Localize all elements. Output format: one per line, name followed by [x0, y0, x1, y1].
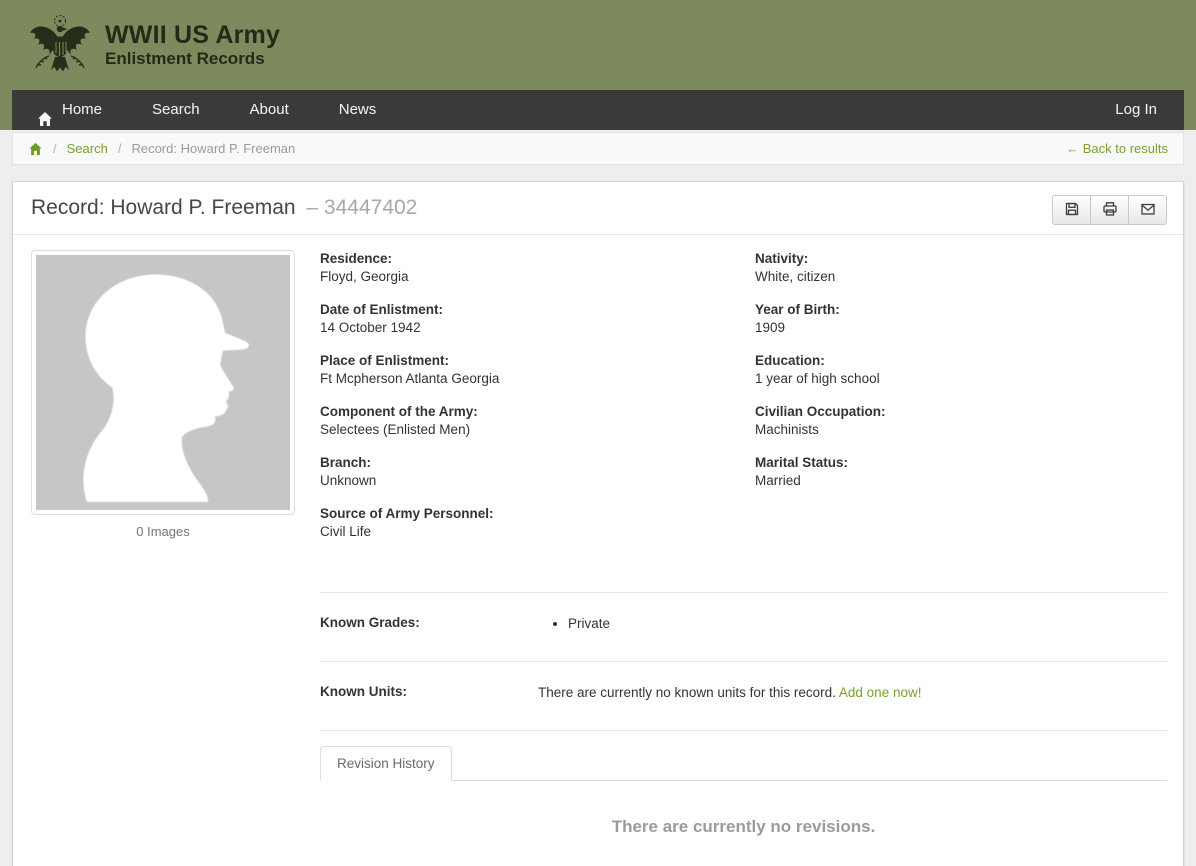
field-residence: Residence: Floyd, Georgia — [320, 251, 409, 284]
revision-history-section: Revision History There are currently no … — [320, 730, 1167, 866]
print-button[interactable] — [1090, 195, 1129, 225]
breadcrumb-home-icon[interactable] — [28, 142, 43, 156]
record-details-column: Residence: Floyd, Georgia Date of Enlist… — [320, 250, 1167, 866]
field-year-of-birth: Year of Birth: 1909 — [755, 302, 840, 335]
nav-item-home[interactable]: Home — [12, 90, 127, 130]
site-title: WWII US Army — [105, 21, 281, 49]
field-date-of-enlistment: Date of Enlistment: 14 October 1942 — [320, 302, 444, 335]
record-serial-number: – 34447402 — [306, 196, 418, 219]
save-icon — [1064, 201, 1080, 220]
add-unit-link[interactable]: Add one now! — [839, 685, 922, 700]
army-eagle-seal-logo — [28, 13, 92, 77]
nav-item-news[interactable]: News — [314, 90, 402, 130]
nav-item-about[interactable]: About — [225, 90, 314, 130]
nav-item-search[interactable]: Search — [127, 90, 225, 130]
nav-home-label: Home — [62, 101, 103, 118]
breadcrumb-current: Record: Howard P. Freeman — [131, 141, 296, 156]
login-link[interactable]: Log In — [1088, 90, 1184, 130]
known-grades-section: Known Grades: Private — [320, 592, 1167, 661]
tab-bar: Revision History — [320, 746, 1167, 781]
record-actions-toolbar — [1052, 195, 1167, 225]
field-place-of-enlistment: Place of Enlistment: Ft Mcpherson Atlant… — [320, 353, 500, 386]
fields-column-left: Residence: Floyd, Georgia Date of Enlist… — [320, 250, 755, 556]
nav-strip: Home Search About News Log In — [0, 90, 1196, 130]
grade-item: Private — [568, 615, 610, 633]
site-header: WWII US Army Enlistment Records Home Sea… — [0, 0, 1196, 130]
field-source-of-personnel: Source of Army Personnel: Civil Life — [320, 506, 494, 539]
breadcrumb-strip: / Search / Record: Howard P. Freeman ← B… — [0, 130, 1196, 165]
tab-revision-history[interactable]: Revision History — [320, 746, 452, 781]
site-brand[interactable]: WWII US Army Enlistment Records — [12, 0, 1184, 90]
soldier-silhouette-image — [36, 255, 290, 510]
breadcrumb-search-link[interactable]: Search — [67, 141, 108, 156]
print-icon — [1102, 201, 1118, 220]
field-component-of-army: Component of the Army: Selectees (Enlist… — [320, 404, 478, 437]
record-card-body: 0 Images Residence: Floyd, Georgia Date … — [13, 235, 1183, 866]
field-branch: Branch: Unknown — [320, 455, 377, 488]
breadcrumb-separator: / — [53, 141, 57, 156]
known-units-section: Known Units: There are currently no know… — [320, 661, 1167, 730]
known-grades-label: Known Grades: — [320, 615, 420, 630]
field-civilian-occupation: Civilian Occupation: Machinists — [755, 404, 886, 437]
known-units-label: Known Units: — [320, 684, 407, 699]
known-units-empty-message: There are currently no known units for t… — [538, 685, 922, 700]
main-navbar: Home Search About News Log In — [12, 90, 1184, 130]
back-to-results-link[interactable]: ← Back to results — [1066, 141, 1168, 156]
revisions-empty-message: There are currently no revisions. — [611, 817, 876, 836]
home-icon — [37, 103, 53, 126]
breadcrumb-separator: / — [117, 141, 122, 156]
site-subtitle: Enlistment Records — [105, 49, 265, 68]
record-fields: Residence: Floyd, Georgia Date of Enlist… — [320, 250, 1167, 556]
record-card: Record: Howard P. Freeman – 34447402 0 I… — [12, 181, 1184, 866]
breadcrumb: / Search / Record: Howard P. Freeman ← B… — [12, 132, 1184, 165]
image-count-caption: 0 Images — [136, 524, 190, 539]
record-image-column: 0 Images — [31, 250, 320, 866]
record-image-thumbnail[interactable] — [31, 250, 295, 515]
field-nativity: Nativity: White, citizen — [755, 251, 836, 284]
record-name: Record: Howard P. Freeman — [31, 196, 296, 219]
envelope-icon — [1140, 201, 1156, 220]
known-grades-list: Private — [538, 615, 610, 633]
save-button[interactable] — [1052, 195, 1091, 225]
field-marital-status: Marital Status: Married — [755, 455, 849, 488]
email-button[interactable] — [1128, 195, 1167, 225]
fields-column-right: Nativity: White, citizen Year of Birth: … — [755, 250, 1167, 556]
page-title: Record: Howard P. Freeman – 34447402 — [31, 196, 1165, 220]
field-education: Education: 1 year of high school — [755, 353, 880, 386]
record-card-header: Record: Howard P. Freeman – 34447402 — [13, 182, 1183, 235]
